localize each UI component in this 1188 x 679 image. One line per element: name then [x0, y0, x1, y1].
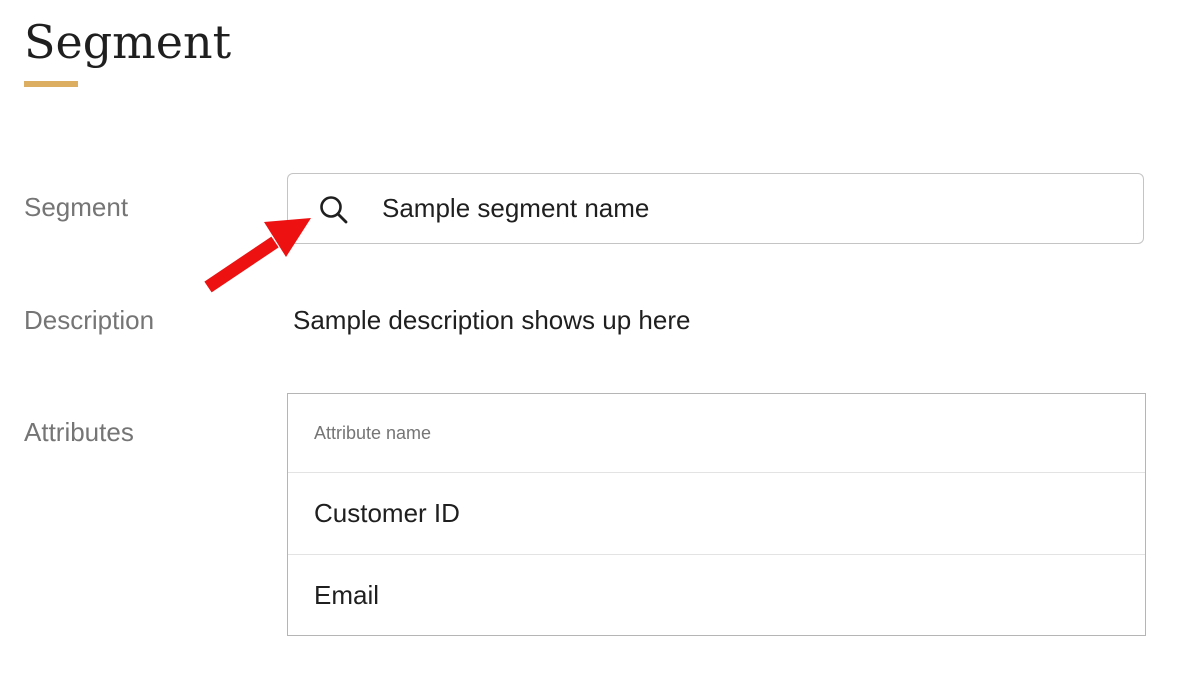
table-row-customer-id[interactable]: Customer ID	[288, 473, 1145, 554]
attribute-name-column-header: Attribute name	[288, 394, 1145, 473]
table-row-email[interactable]: Email	[288, 554, 1145, 635]
attributes-label: Attributes	[24, 417, 134, 447]
title-underline	[24, 81, 78, 87]
segment-label: Segment	[24, 192, 129, 222]
attributes-table: Attribute name Customer ID Email	[287, 393, 1146, 636]
description-label: Description	[24, 305, 155, 335]
arrow-annotation-icon	[204, 218, 311, 293]
description-value: Sample description shows up here	[293, 305, 691, 335]
page-title: Segment	[24, 15, 232, 69]
segment-search-input[interactable]	[382, 188, 1122, 228]
segment-search-box[interactable]	[287, 173, 1144, 244]
